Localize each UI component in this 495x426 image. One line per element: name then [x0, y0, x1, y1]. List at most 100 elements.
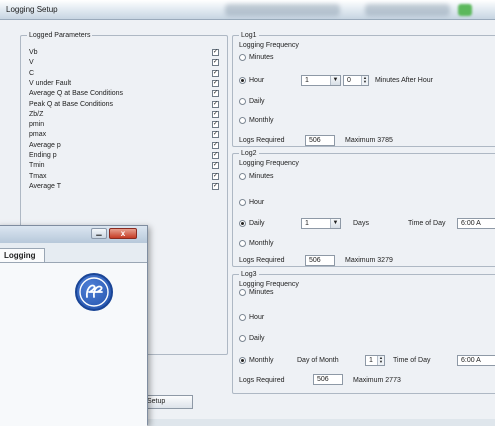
- param-row: Average Q at Base Conditions ✓: [29, 89, 219, 99]
- param-checkbox[interactable]: ✓: [212, 110, 219, 118]
- title-bar: Logging Setup: [0, 0, 495, 20]
- param-label: Tmin: [29, 162, 45, 170]
- param-checkbox[interactable]: ✓: [212, 141, 219, 149]
- log3-time-of-day-label: Time of Day: [393, 357, 431, 364]
- log2-logs-required-label: Logs Required: [239, 257, 285, 264]
- param-label: V under Fault: [29, 79, 72, 87]
- log3-logs-required-field[interactable]: 506: [313, 374, 343, 385]
- param-label: Tmax: [29, 172, 47, 180]
- log2-option-hour: Hour: [249, 199, 265, 206]
- log1-minutes-after-label: Minutes After Hour: [375, 77, 433, 84]
- log1-option-hour: Hour: [249, 77, 265, 84]
- overlay-body: [0, 262, 147, 426]
- log1-logs-required-label: Logs Required: [239, 137, 285, 144]
- log2-time-of-day-label: Time of Day: [408, 220, 446, 227]
- minimize-icon[interactable]: ▁: [91, 228, 107, 239]
- param-checkbox[interactable]: ✓: [212, 172, 219, 180]
- param-checkbox[interactable]: ✓: [212, 49, 219, 56]
- log2-title: Log2: [239, 149, 259, 158]
- log2-radio-hour[interactable]: [239, 199, 246, 206]
- log3-day-of-month-spinner[interactable]: 1 ▲ ▼: [365, 355, 385, 366]
- spin-arrows-icon[interactable]: ▲ ▼: [361, 76, 368, 85]
- log3-radio-minutes[interactable]: [239, 289, 246, 296]
- param-checkbox[interactable]: ✓: [212, 121, 219, 129]
- chevron-down-icon[interactable]: ▼: [330, 76, 340, 85]
- log1-radio-monthly[interactable]: [239, 117, 246, 124]
- log1-maximum-label: Maximum 3785: [345, 137, 393, 144]
- blurred-toolbar-item: [225, 4, 340, 16]
- log3-radio-daily[interactable]: [239, 335, 246, 342]
- param-checkbox[interactable]: ✓: [212, 79, 219, 87]
- param-row: Tmax ✓: [29, 172, 219, 182]
- param-label: Ending p: [29, 152, 57, 159]
- param-label: Vb: [29, 49, 38, 56]
- param-label: Average p: [29, 141, 61, 149]
- param-label: V: [29, 59, 34, 67]
- spin-arrows-icon[interactable]: ▲ ▼: [377, 356, 384, 365]
- window-title: Logging Setup: [6, 5, 58, 14]
- log3-radio-hour[interactable]: [239, 314, 246, 321]
- param-checkbox[interactable]: ✓: [212, 182, 219, 190]
- ge-logo-icon: [75, 273, 113, 311]
- log2-logs-required-field[interactable]: 506: [305, 255, 335, 266]
- log3-time-of-day-field[interactable]: 6:00 A: [457, 355, 495, 366]
- log2-group: Log2 Logging Frequency Minutes Hour Dail…: [232, 149, 495, 267]
- log1-radio-minutes[interactable]: [239, 54, 246, 61]
- param-checkbox[interactable]: ✓: [212, 152, 219, 159]
- log1-hour-select[interactable]: 1 ▼: [301, 75, 341, 86]
- log2-radio-minutes[interactable]: [239, 173, 246, 180]
- overlay-window: ▁ x Logging: [0, 225, 148, 426]
- log3-radio-monthly[interactable]: [239, 357, 246, 364]
- overlay-title-bar: ▁ x: [0, 226, 147, 243]
- param-label: C: [29, 69, 35, 77]
- log1-logs-required-field[interactable]: 506: [305, 135, 335, 146]
- param-checkbox[interactable]: ✓: [212, 131, 219, 139]
- log2-time-of-day-field[interactable]: 6:00 A: [457, 218, 495, 229]
- chevron-down-icon[interactable]: ▼: [330, 219, 340, 228]
- log3-day-of-month-value: 1: [369, 357, 373, 364]
- tab-logging[interactable]: Logging: [0, 248, 45, 262]
- param-checkbox[interactable]: ✓: [212, 59, 219, 67]
- log3-option-daily: Daily: [249, 335, 265, 342]
- log3-frequency-label: Logging Frequency: [239, 281, 299, 288]
- log3-option-minutes: Minutes: [249, 289, 274, 296]
- param-label: Zb/Z: [29, 110, 44, 118]
- log2-option-daily: Daily: [249, 220, 265, 227]
- param-checkbox[interactable]: ✓: [212, 100, 219, 108]
- param-label: Average T: [29, 182, 62, 190]
- param-checkbox[interactable]: ✓: [212, 69, 219, 77]
- log2-radio-daily[interactable]: [239, 220, 246, 227]
- logged-parameters-title: Logged Parameters: [27, 31, 93, 40]
- log1-hour-value: 1: [305, 77, 309, 84]
- log1-option-daily: Daily: [249, 98, 265, 105]
- param-checkbox[interactable]: ✓: [212, 90, 219, 98]
- log3-option-hour: Hour: [249, 314, 265, 321]
- log1-frequency-label: Logging Frequency: [239, 42, 299, 49]
- log3-maximum-label: Maximum 2773: [353, 377, 401, 384]
- log2-frequency-label: Logging Frequency: [239, 160, 299, 167]
- log1-group: Log1 Logging Frequency Minutes Hour 1 ▼ …: [232, 31, 495, 147]
- log1-title: Log1: [239, 31, 259, 40]
- param-checkbox[interactable]: ✓: [212, 162, 219, 170]
- log3-day-of-month-label: Day of Month: [297, 357, 339, 364]
- log1-option-monthly: Monthly: [249, 117, 274, 124]
- log1-radio-daily[interactable]: [239, 98, 246, 105]
- log1-option-minutes: Minutes: [249, 54, 274, 61]
- log2-radio-monthly[interactable]: [239, 240, 246, 247]
- param-row: C ✓: [29, 69, 219, 79]
- log2-option-minutes: Minutes: [249, 173, 274, 180]
- param-row: Ending p ✓: [29, 151, 219, 161]
- log1-minutes-spinner[interactable]: 0 ▲ ▼: [343, 75, 369, 86]
- param-row: Average T ✓: [29, 182, 219, 192]
- log1-radio-hour[interactable]: [239, 77, 246, 84]
- param-label: Peak Q at Base Conditions: [29, 100, 114, 108]
- log2-days-value: 1: [305, 220, 309, 227]
- close-icon[interactable]: x: [109, 228, 137, 239]
- param-row: Peak Q at Base Conditions ✓: [29, 100, 219, 110]
- status-icon: [458, 4, 472, 16]
- log3-option-monthly: Monthly: [249, 357, 274, 364]
- log2-days-select[interactable]: 1 ▼: [301, 218, 341, 229]
- blurred-toolbar-item: [365, 4, 450, 16]
- param-row: Vb ✓: [29, 48, 219, 58]
- param-label: pmax: [29, 131, 47, 139]
